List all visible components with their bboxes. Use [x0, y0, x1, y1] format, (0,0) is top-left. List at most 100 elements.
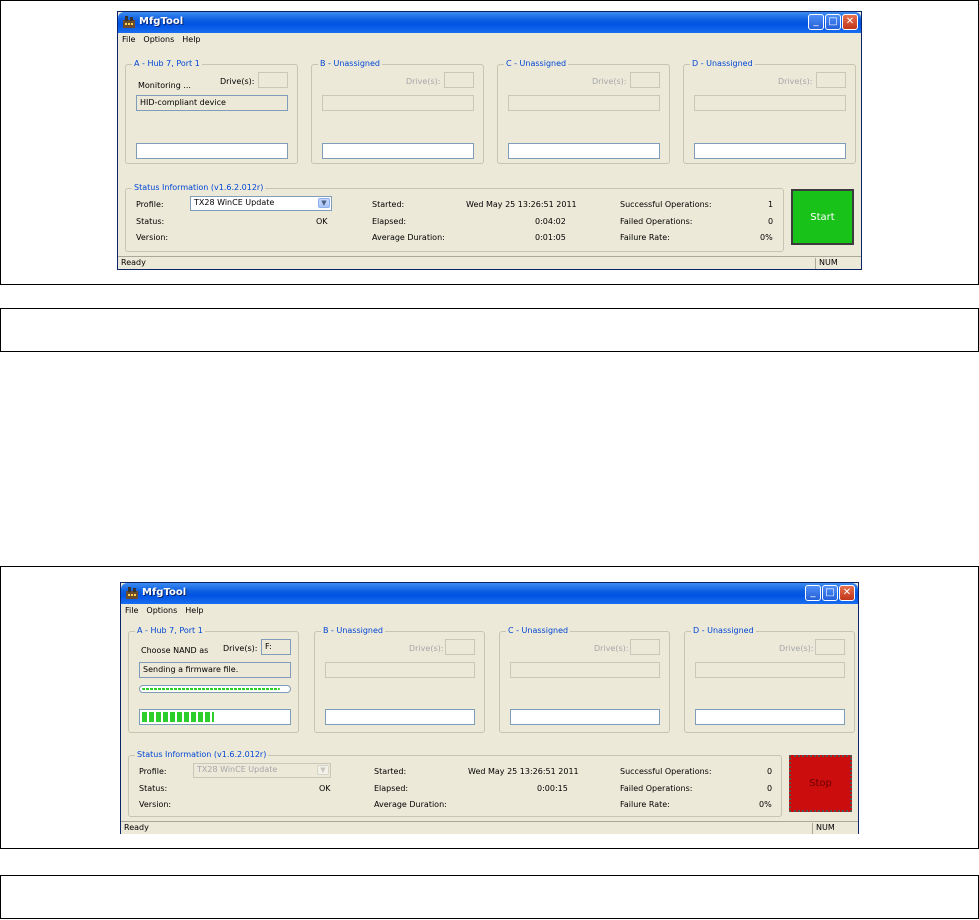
menu-file[interactable]: File — [121, 604, 142, 615]
panel-progress-bar — [322, 143, 474, 159]
drives-field — [816, 72, 846, 88]
status-bar: Ready NUM — [118, 256, 861, 269]
drives-label: Drive(s): — [223, 644, 258, 653]
drives-label: Drive(s): — [594, 644, 629, 653]
app-icon — [126, 587, 138, 599]
failure-rate-label: Failure Rate: — [620, 233, 670, 242]
menu-bar: File Options Help — [121, 604, 858, 618]
profile-select[interactable]: TX28 WinCE Update ▼ — [193, 763, 331, 778]
drives-field: F: — [261, 639, 291, 655]
num-lock-indicator: NUM — [815, 258, 861, 269]
elapsed-label: Elapsed: — [374, 784, 409, 793]
panel-label: A - Hub 7, Port 1 — [132, 59, 202, 68]
panel-label: A - Hub 7, Port 1 — [135, 626, 205, 635]
panel-b: B - Unassigned Drive(s): — [311, 59, 484, 164]
stop-button-label: Stop — [809, 778, 832, 789]
minimize-icon[interactable]: _ — [805, 585, 821, 601]
close-icon[interactable]: ✕ — [839, 585, 855, 601]
drives-field — [445, 639, 475, 655]
drives-label: Drive(s): — [409, 644, 444, 653]
status-value: OK — [316, 217, 328, 226]
app-icon — [123, 16, 135, 28]
profile-value: TX28 WinCE Update — [197, 765, 278, 774]
panel-a: A - Hub 7, Port 1 Choose NAND as Drive(s… — [128, 626, 299, 733]
elapsed-value: 0:00:15 — [537, 784, 568, 793]
failure-rate-value: 0% — [760, 233, 773, 242]
panel-progress-bar — [325, 709, 475, 725]
menu-help[interactable]: Help — [181, 604, 207, 615]
successful-operations-value: 1 — [768, 200, 774, 209]
chevron-down-icon[interactable]: ▼ — [317, 765, 329, 775]
panel-label: B - Unassigned — [318, 59, 382, 68]
panel-c: C - Unassigned Drive(s): — [499, 626, 670, 733]
chevron-down-icon[interactable]: ▼ — [318, 198, 330, 208]
failed-operations-label: Failed Operations: — [620, 784, 693, 793]
close-icon[interactable]: ✕ — [842, 14, 858, 30]
device-field: HID-compliant device — [136, 95, 288, 111]
device-field — [510, 662, 660, 678]
mfgtool-window-1: MfgTool _ □ ✕ File Options Help A - Hub 7,… — [117, 11, 862, 270]
failed-operations-label: Failed Operations: — [620, 217, 693, 226]
menu-options[interactable]: Options — [139, 33, 178, 44]
status-information-group: Status Information (v1.6.2.012r) Profile… — [128, 750, 782, 817]
started-label: Started: — [374, 767, 407, 776]
drives-field — [258, 72, 288, 88]
menu-file[interactable]: File — [118, 33, 139, 44]
elapsed-value: 0:04:02 — [535, 217, 566, 226]
drives-label: Drive(s): — [406, 77, 441, 86]
start-button-label: Start — [810, 211, 835, 223]
menu-help[interactable]: Help — [178, 33, 204, 44]
started-value: Wed May 25 13:26:51 2011 — [468, 767, 579, 776]
maximize-icon[interactable]: □ — [825, 14, 841, 30]
panel-status-text: Choose NAND as — [141, 646, 209, 655]
title-bar[interactable]: MfgTool _ □ ✕ — [121, 583, 858, 604]
status-label: Status: — [136, 217, 165, 226]
panel-c: C - Unassigned Drive(s): — [497, 59, 670, 164]
drives-label: Drive(s): — [220, 77, 255, 86]
failure-rate-value: 0% — [759, 800, 772, 809]
panel-label: C - Unassigned — [506, 626, 571, 635]
failed-operations-value: 0 — [767, 784, 773, 793]
average-duration-label: Average Duration: — [372, 233, 445, 242]
panel-status-text: Monitoring ... — [138, 81, 191, 90]
panel-progress-bar — [694, 143, 846, 159]
stop-button[interactable]: Stop — [789, 755, 852, 812]
title-bar[interactable]: MfgTool _ □ ✕ — [118, 12, 861, 33]
caption-box-1 — [0, 308, 979, 352]
status-info-label: Status Information (v1.6.2.012r) — [135, 750, 269, 759]
panel-label: C - Unassigned — [504, 59, 569, 68]
task-progress-bar — [139, 685, 291, 693]
panel-b: B - Unassigned Drive(s): — [314, 626, 485, 733]
panel-d: D - Unassigned Drive(s): — [684, 626, 855, 733]
profile-select[interactable]: TX28 WinCE Update ▼ — [190, 196, 332, 211]
mfgtool-window-2: MfgTool _ □ ✕ File Options Help A - Hub 7,… — [120, 582, 859, 834]
window-title: MfgTool — [139, 16, 184, 27]
status-value: OK — [319, 784, 331, 793]
panel-progress-bar — [136, 143, 288, 159]
started-label: Started: — [372, 200, 405, 209]
status-bar-text: Ready — [124, 823, 149, 832]
menu-options[interactable]: Options — [142, 604, 181, 615]
drives-field — [815, 639, 845, 655]
successful-operations-value: 0 — [767, 767, 773, 776]
drives-field — [630, 639, 660, 655]
version-label: Version: — [139, 800, 172, 809]
panel-progress-bar — [508, 143, 660, 159]
device-field: Sending a firmware file. — [139, 662, 291, 678]
menu-bar: File Options Help — [118, 33, 861, 47]
window-title: MfgTool — [142, 587, 187, 598]
start-button[interactable]: Start — [791, 189, 854, 245]
panel-progress-bar — [510, 709, 660, 725]
status-information-group: Status Information (v1.6.2.012r) Profile… — [125, 183, 784, 252]
failed-operations-value: 0 — [768, 217, 774, 226]
profile-label: Profile: — [136, 200, 164, 209]
drives-label: Drive(s): — [592, 77, 627, 86]
device-field — [325, 662, 475, 678]
successful-operations-label: Successful Operations: — [620, 200, 712, 209]
drives-field — [630, 72, 660, 88]
panel-progress-bar — [695, 709, 845, 725]
maximize-icon[interactable]: □ — [822, 585, 838, 601]
minimize-icon[interactable]: _ — [808, 14, 824, 30]
panel-label: B - Unassigned — [321, 626, 385, 635]
status-bar-text: Ready — [121, 258, 146, 267]
